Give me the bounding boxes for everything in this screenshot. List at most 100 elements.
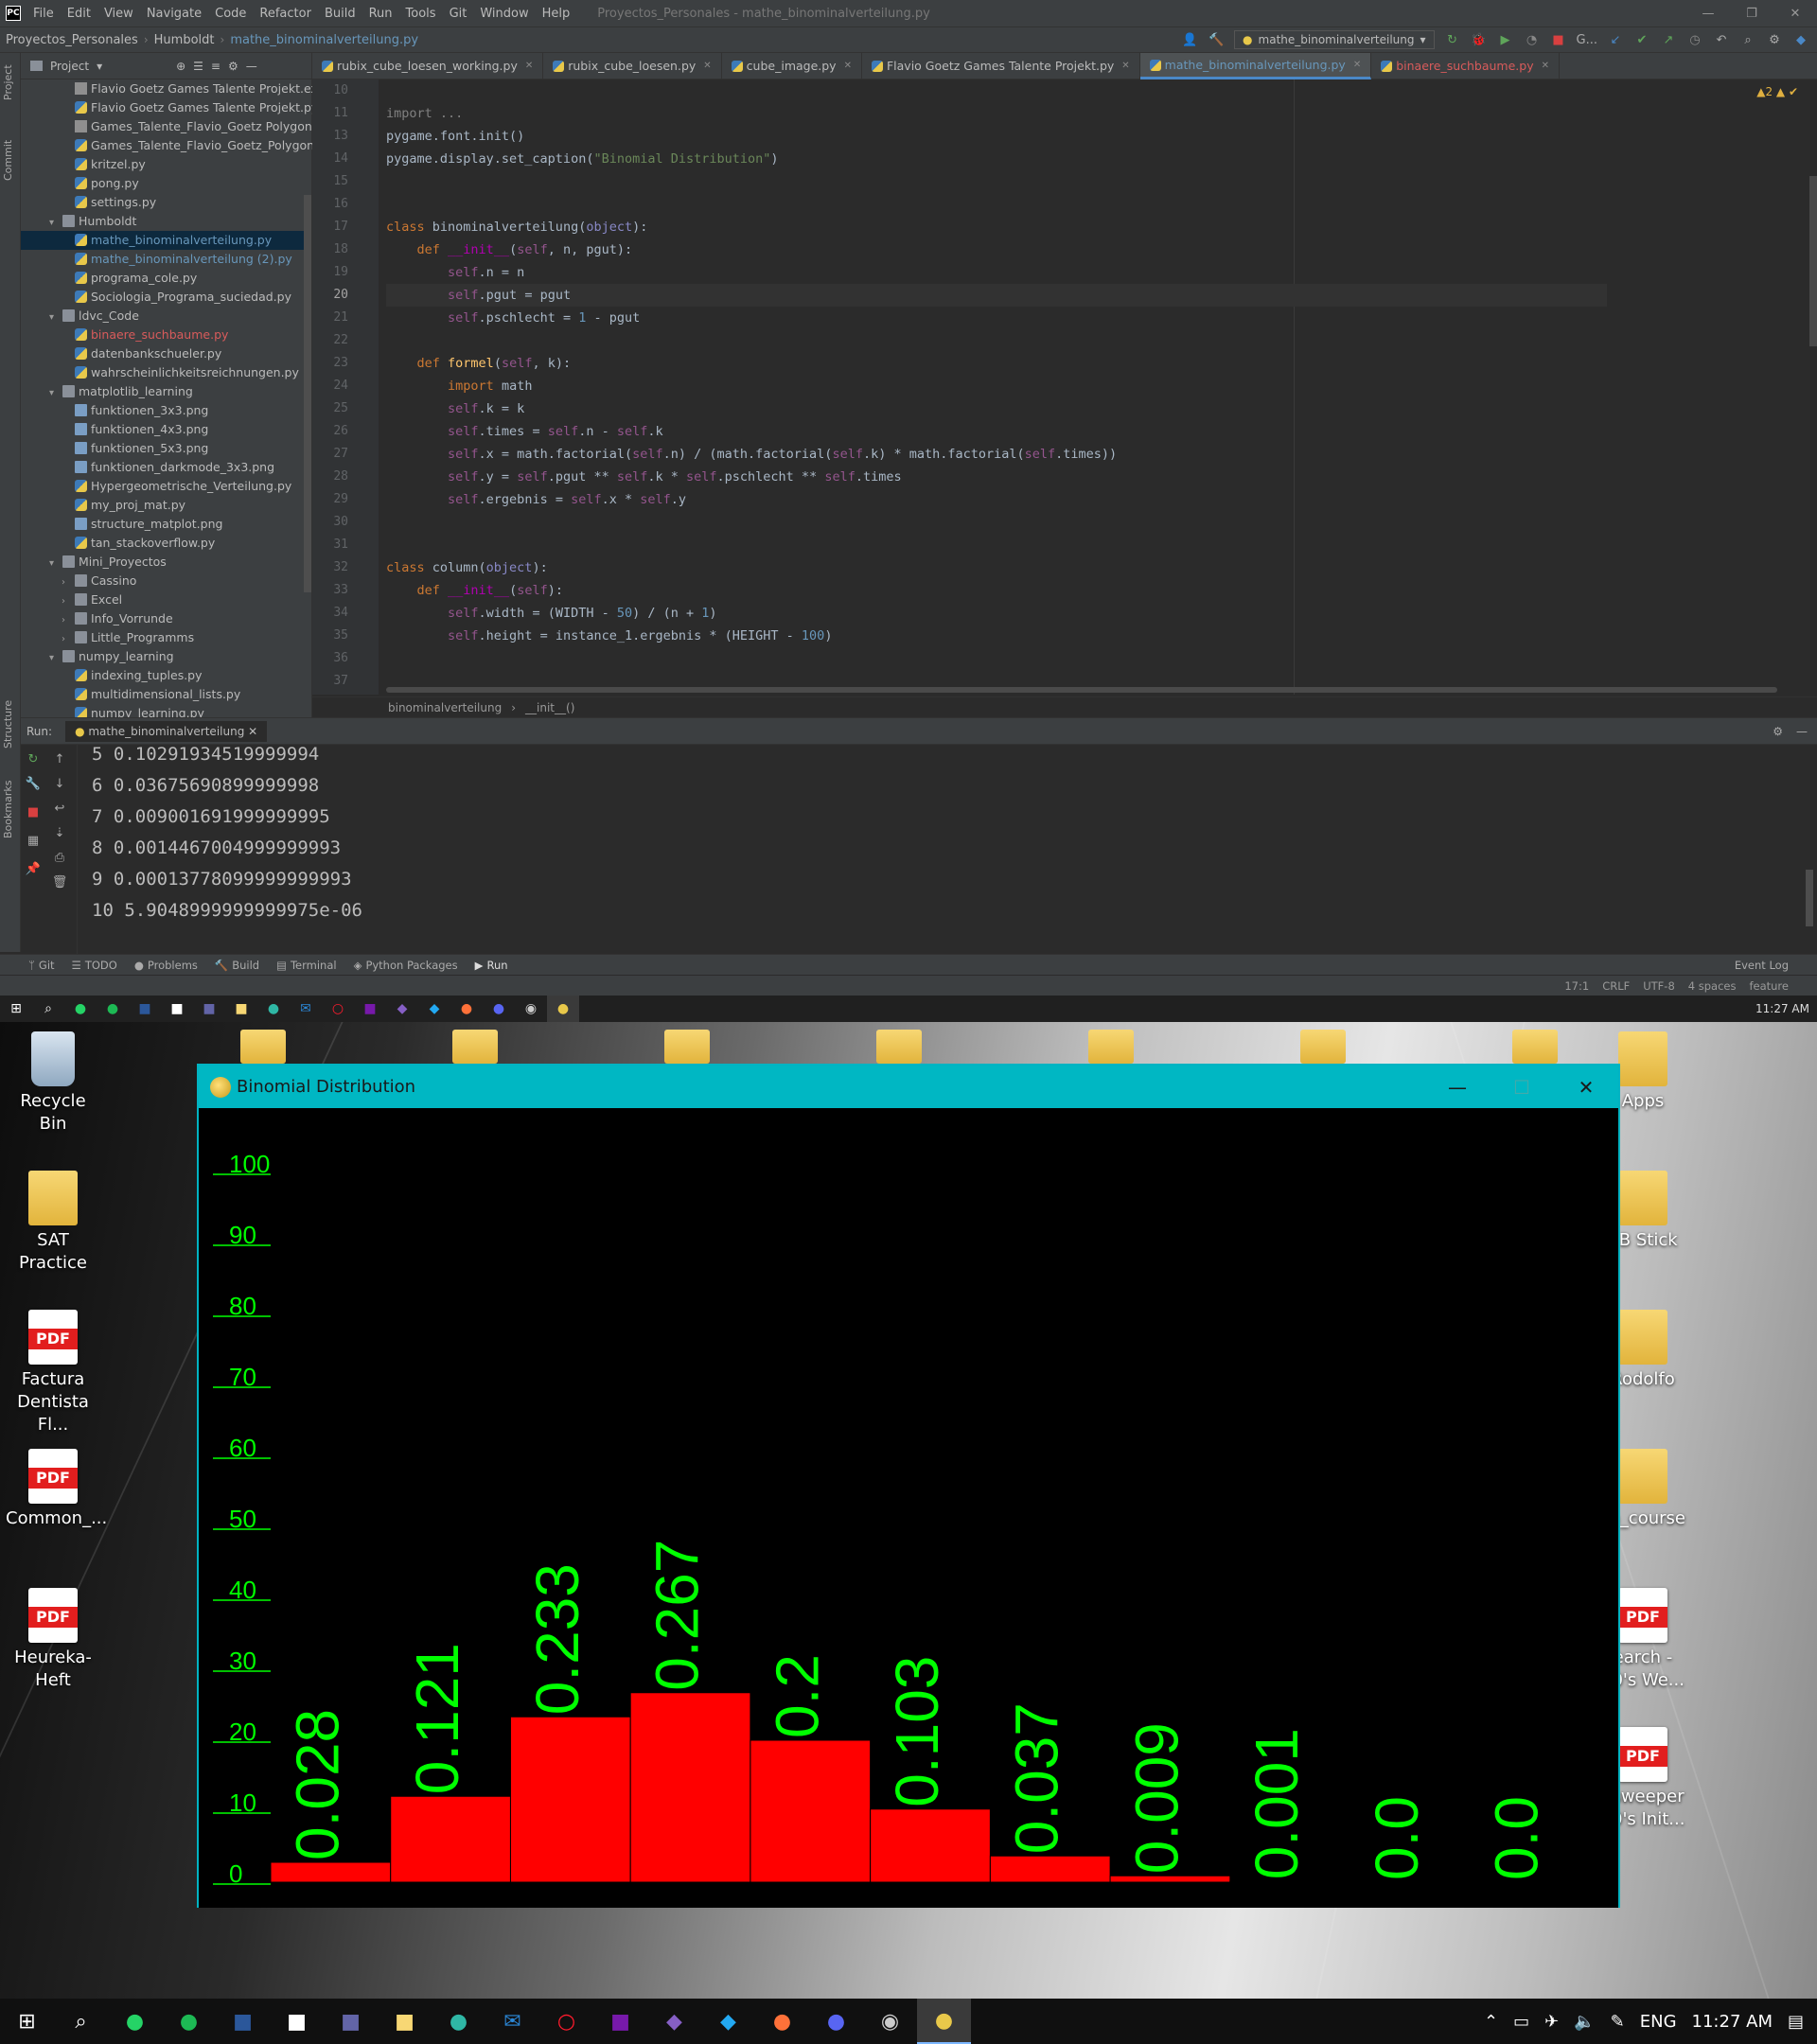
line-separator[interactable]: CRLF <box>1602 979 1630 993</box>
caret-position[interactable]: 17:1 <box>1564 979 1589 993</box>
chevron-down-icon[interactable]: ▾ <box>49 649 62 668</box>
folder-icon[interactable] <box>452 1030 498 1064</box>
tree-item[interactable]: › Cassino <box>21 572 311 590</box>
code-line[interactable]: self.pschlecht = 1 - pgut <box>386 307 1607 329</box>
coverage-icon[interactable]: ▶ <box>1497 31 1514 48</box>
tool-tab-todo[interactable]: ☰ TODO <box>72 959 117 972</box>
python-icon[interactable]: ● <box>547 996 579 1022</box>
code-area[interactable]: import ... pygame.font.init() pygame.displ… <box>386 79 1607 695</box>
windows-start-icon[interactable]: ⊞ <box>0 1999 54 2044</box>
pycharm-icon[interactable]: ■ <box>161 996 193 1022</box>
close-tab-icon[interactable]: ✕ <box>1353 52 1361 79</box>
tree-item[interactable]: › Info_Vorrunde <box>21 609 311 628</box>
git-label[interactable]: G... <box>1577 31 1597 48</box>
tree-item[interactable]: ▾ numpy_learning <box>21 647 311 666</box>
debug-icon[interactable]: 🐞 <box>1471 31 1488 48</box>
teams-icon[interactable]: ■ <box>193 996 225 1022</box>
close-icon[interactable]: ✕ <box>1554 1066 1618 1108</box>
edge-icon[interactable]: ● <box>257 996 290 1022</box>
explorer-icon[interactable]: ■ <box>225 996 257 1022</box>
project-panel-title[interactable]: Project <box>50 60 89 73</box>
editor-tab[interactable]: rubix_cube_loesen_working.py ✕ <box>312 53 544 79</box>
desktop-icon[interactable]: SAT Practice <box>6 1171 100 1275</box>
code-line[interactable]: self.k = k <box>386 397 1607 420</box>
tool-tab-terminal[interactable]: ▤ Terminal <box>276 959 336 972</box>
tree-item[interactable]: Sociologia_Programa_suciedad.py <box>21 288 311 307</box>
arrow-down-icon[interactable]: ↓ <box>51 775 68 792</box>
desktop-icon[interactable]: PDF Factura Dentista Fl... <box>6 1310 100 1436</box>
editor-horizontal-scrollbar[interactable] <box>386 687 1777 693</box>
code-line[interactable]: def formel(self, k): <box>386 352 1607 375</box>
close-tab-icon[interactable]: ✕ <box>844 53 852 79</box>
firefox-icon[interactable]: ● <box>450 996 483 1022</box>
onenote-icon[interactable]: ■ <box>354 996 386 1022</box>
tree-item[interactable]: datenbankschueler.py <box>21 344 311 363</box>
event-log-button[interactable]: Event Log <box>1735 959 1789 972</box>
mail-icon[interactable]: ✉ <box>485 1999 539 2044</box>
maximize-icon[interactable]: ☐ <box>1490 1066 1554 1108</box>
code-line[interactable]: self.ergebnis = self.x * self.y <box>386 488 1607 511</box>
tree-item[interactable]: ▾ Humboldt <box>21 212 311 231</box>
code-line[interactable]: pygame.display.set_caption("Binomial Dis… <box>386 148 1607 170</box>
tree-item[interactable]: funktionen_5x3.png <box>21 439 311 458</box>
chevron-down-icon[interactable]: ▾ <box>49 214 62 233</box>
tree-item[interactable]: › Excel <box>21 590 311 609</box>
search-icon[interactable]: ⌕ <box>32 996 64 1022</box>
folder-icon[interactable] <box>1512 1030 1558 1064</box>
soft-wrap-icon[interactable]: ↩ <box>51 800 68 817</box>
editor-vertical-scrollbar[interactable] <box>1809 176 1817 346</box>
code-line[interactable]: def __init__(self, n, pgut): <box>386 238 1607 261</box>
menu-view[interactable]: View <box>97 7 140 21</box>
desktop-icon[interactable]: PDF Common_... <box>6 1449 107 1530</box>
bookmarks-tool-tab[interactable]: Bookmarks <box>2 781 14 838</box>
code-line[interactable]: self.times = self.n - self.k <box>386 420 1607 443</box>
git-branch[interactable]: feature <box>1749 979 1789 993</box>
user-icon[interactable]: 👤 <box>1181 31 1198 48</box>
menu-window[interactable]: Window <box>473 7 535 21</box>
hide-icon[interactable]: — <box>246 60 257 73</box>
opera-icon[interactable]: ○ <box>322 996 354 1022</box>
rerun-icon[interactable]: ↻ <box>25 750 42 767</box>
chevron-right-icon[interactable]: › <box>62 630 75 649</box>
code-line[interactable] <box>386 79 1607 102</box>
pen-icon[interactable]: ✎ <box>1611 2012 1625 2032</box>
minimize-icon[interactable]: — <box>1686 0 1730 26</box>
tree-item[interactable]: mathe_binominalverteilung.py <box>21 231 311 250</box>
code-line[interactable]: self.y = self.pgut ** self.k * self.psch… <box>386 466 1607 488</box>
run-config-select[interactable]: ● mathe_binominalverteilung ▾ <box>1234 30 1435 49</box>
visual-studio-icon[interactable]: ◆ <box>386 996 418 1022</box>
rollback-icon[interactable]: ↶ <box>1713 31 1730 48</box>
tree-item[interactable]: multidimensional_lists.py <box>21 685 311 704</box>
tool-tab-problems[interactable]: ● Problems <box>134 959 198 972</box>
menu-tools[interactable]: Tools <box>399 7 443 21</box>
code-line[interactable]: def __init__(self): <box>386 579 1607 602</box>
code-line[interactable]: pygame.font.init() <box>386 125 1607 148</box>
project-tool-tab[interactable]: Project <box>2 64 14 100</box>
misc-app-icon[interactable]: ◉ <box>515 996 547 1022</box>
code-line[interactable] <box>386 193 1607 216</box>
code-line[interactable]: self.pgut = pgut <box>386 284 1607 307</box>
console-output[interactable]: 5 0.10291934519999994 6 0.036756908999999… <box>92 739 362 926</box>
breadcrumb-file[interactable]: mathe_binominalverteilung.py <box>224 33 424 47</box>
folder-icon[interactable] <box>240 1030 286 1064</box>
tree-item[interactable]: ▾ ldvc_Code <box>21 307 311 326</box>
search-icon[interactable]: ⌕ <box>54 1999 108 2044</box>
commit-tool-tab[interactable]: Commit <box>2 140 14 181</box>
tool-tab-run[interactable]: ▶ Run <box>475 959 508 972</box>
folder-icon[interactable] <box>876 1030 922 1064</box>
airplane-mode-icon[interactable]: ✈ <box>1544 2012 1559 2032</box>
tool-tab-python-packages[interactable]: ◈ Python Packages <box>354 959 458 972</box>
git-push-icon[interactable]: ↗ <box>1660 31 1677 48</box>
tree-item[interactable]: ▾ matplotlib_learning <box>21 382 311 401</box>
minimize-icon[interactable]: — <box>1425 1066 1490 1108</box>
windows-start-icon[interactable]: ⊞ <box>0 996 32 1022</box>
code-line[interactable] <box>386 329 1607 352</box>
structure-tool-tab[interactable]: Structure <box>2 700 14 749</box>
pin-icon[interactable]: 📌 <box>25 860 42 877</box>
discord-icon[interactable]: ● <box>483 996 515 1022</box>
project-scrollbar[interactable] <box>304 195 311 592</box>
code-line[interactable]: self.height = instance_1.ergebnis * (HEI… <box>386 625 1607 647</box>
menu-code[interactable]: Code <box>208 7 253 21</box>
edge-icon[interactable]: ● <box>432 1999 485 2044</box>
print-icon[interactable]: ⎙ <box>51 849 68 866</box>
